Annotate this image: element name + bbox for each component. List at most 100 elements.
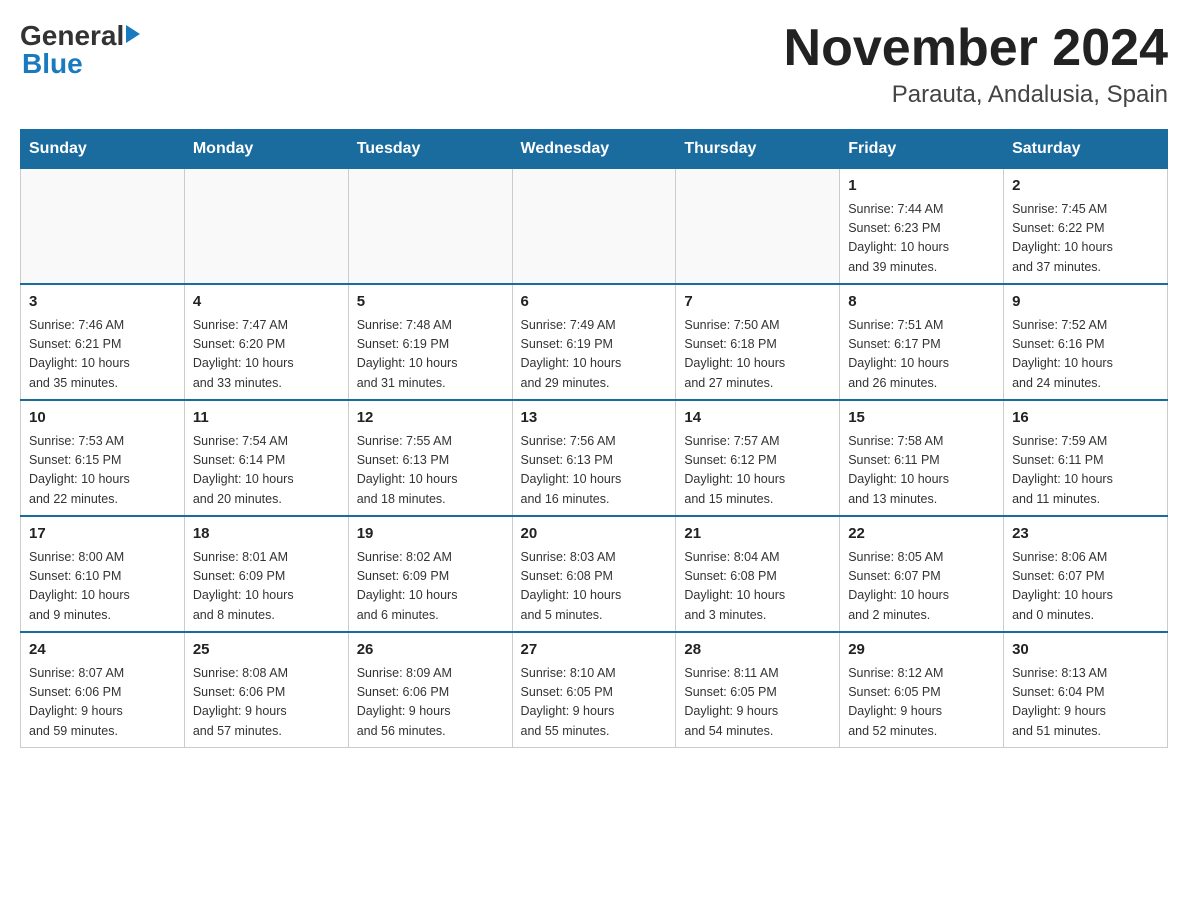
calendar-cell: 20Sunrise: 8:03 AMSunset: 6:08 PMDayligh… xyxy=(512,516,676,632)
title-block: November 2024 Parauta, Andalusia, Spain xyxy=(784,20,1168,109)
calendar-cell: 19Sunrise: 8:02 AMSunset: 6:09 PMDayligh… xyxy=(348,516,512,632)
day-info: Sunrise: 8:09 AMSunset: 6:06 PMDaylight:… xyxy=(357,664,504,742)
calendar-header: SundayMondayTuesdayWednesdayThursdayFrid… xyxy=(21,130,1168,169)
day-info: Sunrise: 7:47 AMSunset: 6:20 PMDaylight:… xyxy=(193,316,340,394)
day-info: Sunrise: 7:53 AMSunset: 6:15 PMDaylight:… xyxy=(29,432,176,510)
day-info: Sunrise: 7:55 AMSunset: 6:13 PMDaylight:… xyxy=(357,432,504,510)
calendar-body: 1Sunrise: 7:44 AMSunset: 6:23 PMDaylight… xyxy=(21,169,1168,748)
day-number: 18 xyxy=(193,523,340,546)
calendar-cell: 26Sunrise: 8:09 AMSunset: 6:06 PMDayligh… xyxy=(348,632,512,748)
day-info: Sunrise: 7:45 AMSunset: 6:22 PMDaylight:… xyxy=(1012,200,1159,278)
calendar-cell: 2Sunrise: 7:45 AMSunset: 6:22 PMDaylight… xyxy=(1004,169,1168,285)
calendar-cell: 27Sunrise: 8:10 AMSunset: 6:05 PMDayligh… xyxy=(512,632,676,748)
calendar-cell: 13Sunrise: 7:56 AMSunset: 6:13 PMDayligh… xyxy=(512,400,676,516)
calendar-cell: 30Sunrise: 8:13 AMSunset: 6:04 PMDayligh… xyxy=(1004,632,1168,748)
calendar-cell: 18Sunrise: 8:01 AMSunset: 6:09 PMDayligh… xyxy=(184,516,348,632)
logo-blue-text: Blue xyxy=(20,48,83,80)
weekday-saturday: Saturday xyxy=(1004,130,1168,169)
weekday-thursday: Thursday xyxy=(676,130,840,169)
day-info: Sunrise: 7:52 AMSunset: 6:16 PMDaylight:… xyxy=(1012,316,1159,394)
day-info: Sunrise: 7:44 AMSunset: 6:23 PMDaylight:… xyxy=(848,200,995,278)
calendar-cell xyxy=(184,169,348,285)
day-info: Sunrise: 8:07 AMSunset: 6:06 PMDaylight:… xyxy=(29,664,176,742)
day-info: Sunrise: 8:11 AMSunset: 6:05 PMDaylight:… xyxy=(684,664,831,742)
day-info: Sunrise: 7:57 AMSunset: 6:12 PMDaylight:… xyxy=(684,432,831,510)
day-info: Sunrise: 7:50 AMSunset: 6:18 PMDaylight:… xyxy=(684,316,831,394)
day-info: Sunrise: 8:05 AMSunset: 6:07 PMDaylight:… xyxy=(848,548,995,626)
calendar-week-1: 1Sunrise: 7:44 AMSunset: 6:23 PMDaylight… xyxy=(21,169,1168,285)
day-number: 7 xyxy=(684,291,831,314)
day-number: 22 xyxy=(848,523,995,546)
calendar-table: SundayMondayTuesdayWednesdayThursdayFrid… xyxy=(20,129,1168,748)
calendar-cell: 15Sunrise: 7:58 AMSunset: 6:11 PMDayligh… xyxy=(840,400,1004,516)
weekday-wednesday: Wednesday xyxy=(512,130,676,169)
day-number: 25 xyxy=(193,639,340,662)
day-number: 15 xyxy=(848,407,995,430)
day-number: 12 xyxy=(357,407,504,430)
calendar-subtitle: Parauta, Andalusia, Spain xyxy=(784,81,1168,109)
day-number: 1 xyxy=(848,175,995,198)
calendar-week-2: 3Sunrise: 7:46 AMSunset: 6:21 PMDaylight… xyxy=(21,284,1168,400)
day-info: Sunrise: 8:08 AMSunset: 6:06 PMDaylight:… xyxy=(193,664,340,742)
weekday-friday: Friday xyxy=(840,130,1004,169)
day-number: 27 xyxy=(521,639,668,662)
calendar-cell: 10Sunrise: 7:53 AMSunset: 6:15 PMDayligh… xyxy=(21,400,185,516)
calendar-cell: 22Sunrise: 8:05 AMSunset: 6:07 PMDayligh… xyxy=(840,516,1004,632)
calendar-week-3: 10Sunrise: 7:53 AMSunset: 6:15 PMDayligh… xyxy=(21,400,1168,516)
calendar-cell: 7Sunrise: 7:50 AMSunset: 6:18 PMDaylight… xyxy=(676,284,840,400)
calendar-cell xyxy=(21,169,185,285)
day-number: 16 xyxy=(1012,407,1159,430)
day-number: 10 xyxy=(29,407,176,430)
day-info: Sunrise: 7:58 AMSunset: 6:11 PMDaylight:… xyxy=(848,432,995,510)
calendar-cell: 24Sunrise: 8:07 AMSunset: 6:06 PMDayligh… xyxy=(21,632,185,748)
calendar-week-4: 17Sunrise: 8:00 AMSunset: 6:10 PMDayligh… xyxy=(21,516,1168,632)
day-number: 23 xyxy=(1012,523,1159,546)
calendar-cell: 8Sunrise: 7:51 AMSunset: 6:17 PMDaylight… xyxy=(840,284,1004,400)
calendar-week-5: 24Sunrise: 8:07 AMSunset: 6:06 PMDayligh… xyxy=(21,632,1168,748)
calendar-cell xyxy=(348,169,512,285)
calendar-title: November 2024 xyxy=(784,20,1168,77)
day-number: 3 xyxy=(29,291,176,314)
day-number: 6 xyxy=(521,291,668,314)
day-number: 4 xyxy=(193,291,340,314)
calendar-cell: 16Sunrise: 7:59 AMSunset: 6:11 PMDayligh… xyxy=(1004,400,1168,516)
calendar-cell: 9Sunrise: 7:52 AMSunset: 6:16 PMDaylight… xyxy=(1004,284,1168,400)
day-info: Sunrise: 8:10 AMSunset: 6:05 PMDaylight:… xyxy=(521,664,668,742)
day-info: Sunrise: 8:02 AMSunset: 6:09 PMDaylight:… xyxy=(357,548,504,626)
day-info: Sunrise: 8:03 AMSunset: 6:08 PMDaylight:… xyxy=(521,548,668,626)
calendar-cell: 23Sunrise: 8:06 AMSunset: 6:07 PMDayligh… xyxy=(1004,516,1168,632)
calendar-cell: 14Sunrise: 7:57 AMSunset: 6:12 PMDayligh… xyxy=(676,400,840,516)
day-number: 29 xyxy=(848,639,995,662)
day-number: 17 xyxy=(29,523,176,546)
calendar-cell: 28Sunrise: 8:11 AMSunset: 6:05 PMDayligh… xyxy=(676,632,840,748)
day-info: Sunrise: 7:48 AMSunset: 6:19 PMDaylight:… xyxy=(357,316,504,394)
day-number: 21 xyxy=(684,523,831,546)
calendar-cell: 1Sunrise: 7:44 AMSunset: 6:23 PMDaylight… xyxy=(840,169,1004,285)
calendar-cell: 12Sunrise: 7:55 AMSunset: 6:13 PMDayligh… xyxy=(348,400,512,516)
calendar-cell: 6Sunrise: 7:49 AMSunset: 6:19 PMDaylight… xyxy=(512,284,676,400)
day-number: 26 xyxy=(357,639,504,662)
calendar-cell: 17Sunrise: 8:00 AMSunset: 6:10 PMDayligh… xyxy=(21,516,185,632)
day-number: 11 xyxy=(193,407,340,430)
day-number: 13 xyxy=(521,407,668,430)
calendar-cell: 5Sunrise: 7:48 AMSunset: 6:19 PMDaylight… xyxy=(348,284,512,400)
weekday-tuesday: Tuesday xyxy=(348,130,512,169)
calendar-cell: 21Sunrise: 8:04 AMSunset: 6:08 PMDayligh… xyxy=(676,516,840,632)
calendar-cell: 25Sunrise: 8:08 AMSunset: 6:06 PMDayligh… xyxy=(184,632,348,748)
day-info: Sunrise: 7:59 AMSunset: 6:11 PMDaylight:… xyxy=(1012,432,1159,510)
day-info: Sunrise: 7:51 AMSunset: 6:17 PMDaylight:… xyxy=(848,316,995,394)
weekday-sunday: Sunday xyxy=(21,130,185,169)
day-info: Sunrise: 7:46 AMSunset: 6:21 PMDaylight:… xyxy=(29,316,176,394)
weekday-header-row: SundayMondayTuesdayWednesdayThursdayFrid… xyxy=(21,130,1168,169)
day-number: 28 xyxy=(684,639,831,662)
day-info: Sunrise: 8:00 AMSunset: 6:10 PMDaylight:… xyxy=(29,548,176,626)
day-number: 30 xyxy=(1012,639,1159,662)
weekday-monday: Monday xyxy=(184,130,348,169)
day-number: 20 xyxy=(521,523,668,546)
day-number: 14 xyxy=(684,407,831,430)
logo: General Blue xyxy=(20,20,140,80)
day-info: Sunrise: 8:06 AMSunset: 6:07 PMDaylight:… xyxy=(1012,548,1159,626)
day-info: Sunrise: 8:13 AMSunset: 6:04 PMDaylight:… xyxy=(1012,664,1159,742)
calendar-cell: 4Sunrise: 7:47 AMSunset: 6:20 PMDaylight… xyxy=(184,284,348,400)
day-number: 2 xyxy=(1012,175,1159,198)
